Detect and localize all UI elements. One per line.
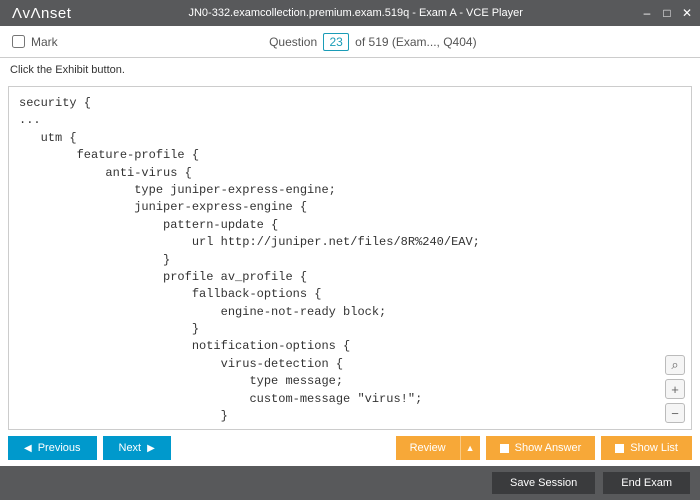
mark-checkbox[interactable] [12, 35, 25, 48]
window-controls: – □ ✕ [640, 6, 694, 20]
zoom-in-button[interactable]: + [665, 379, 685, 399]
footer-bar: Save Session End Exam [0, 466, 700, 500]
square-icon [615, 444, 624, 453]
code-content: security { ... utm { feature-profile { a… [9, 87, 691, 429]
instruction-text: Click the Exhibit button. [0, 58, 700, 82]
next-button[interactable]: Next ▶ [103, 436, 171, 460]
show-list-label: Show List [630, 442, 678, 454]
review-button[interactable]: Review [396, 436, 460, 460]
nav-bar: ◀ Previous Next ▶ Review ▲ Show Answer Sho… [0, 430, 700, 466]
app-logo: ΛvΛnset [12, 5, 71, 22]
show-list-button[interactable]: Show List [601, 436, 692, 460]
question-number[interactable]: 23 [323, 33, 348, 51]
question-bar: Mark Question 23 of 519 (Exam..., Q404) [0, 26, 700, 58]
review-group: Review ▲ [396, 436, 480, 460]
window-title: JN0-332.examcollection.premium.exam.519q… [71, 7, 640, 19]
end-exam-button[interactable]: End Exam [603, 472, 690, 494]
question-label-pre: Question [269, 35, 317, 49]
previous-button[interactable]: ◀ Previous [8, 436, 97, 460]
next-label: Next [119, 442, 142, 454]
close-icon[interactable]: ✕ [680, 6, 694, 20]
show-answer-button[interactable]: Show Answer [486, 436, 596, 460]
zoom-out-button[interactable]: − [665, 403, 685, 423]
chevron-right-icon: ▶ [147, 443, 155, 454]
maximize-icon[interactable]: □ [660, 6, 674, 20]
chevron-left-icon: ◀ [24, 443, 32, 454]
question-label-post: of 519 (Exam..., Q404) [355, 35, 476, 49]
title-bar: ΛvΛnset JN0-332.examcollection.premium.e… [0, 0, 700, 26]
review-label: Review [410, 442, 446, 454]
review-dropdown-button[interactable]: ▲ [460, 436, 480, 460]
previous-label: Previous [38, 442, 81, 454]
search-icon[interactable]: ⌕ [665, 355, 685, 375]
exhibit-panel: security { ... utm { feature-profile { a… [8, 86, 692, 430]
zoom-controls: ⌕ + − [665, 355, 685, 423]
save-session-button[interactable]: Save Session [492, 472, 595, 494]
show-answer-label: Show Answer [515, 442, 582, 454]
square-icon [500, 444, 509, 453]
minimize-icon[interactable]: – [640, 6, 654, 20]
question-indicator: Question 23 of 519 (Exam..., Q404) [58, 33, 688, 51]
mark-label: Mark [31, 35, 58, 49]
